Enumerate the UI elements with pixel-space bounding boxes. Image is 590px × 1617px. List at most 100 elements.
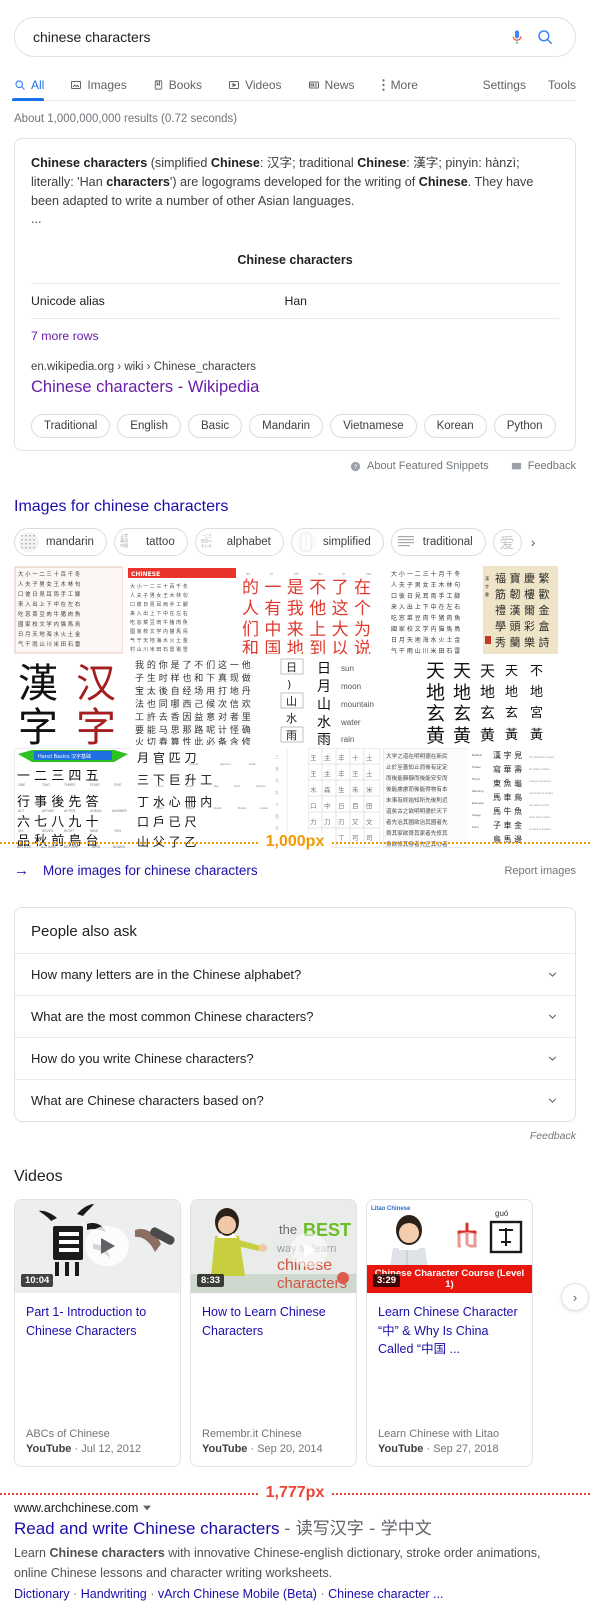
svg-text:汉: 汉: [76, 661, 116, 707]
image-results-grid[interactable]: 大 小 一 二 三 十 百 千 冬人 夫 子 男 女 王 木 林 句 口 彼 日…: [14, 566, 558, 849]
svg-text:刃: 刃: [338, 818, 345, 826]
svg-text:子 車 金: 子 車 金: [493, 820, 522, 830]
chevron-down-icon[interactable]: [546, 1052, 559, 1065]
video-title-1[interactable]: Part 1- Introduction to Chinese Characte…: [26, 1303, 169, 1339]
chevron-right-icon[interactable]: ›: [531, 534, 536, 550]
image-thumbnail[interactable]: 三五七九 十百千万: [272, 748, 306, 849]
image-filter-alphabet[interactable]: 一二三 四五六 七八九 alphabet: [194, 528, 284, 557]
image-thumbnail[interactable]: 王主丰十土 王主丰王土 木森生禾米 口中日目田 力刀刃又文 丁下丅可司: [308, 748, 380, 849]
svg-text:玄: 玄: [453, 704, 471, 725]
sitelink-handwriting[interactable]: Handwriting: [81, 1587, 147, 1601]
sitelink-chinese-character[interactable]: Chinese character ...: [328, 1587, 443, 1601]
image-thumbnail[interactable]: 日月山水雨 sun moon mountain water rain: [313, 657, 423, 746]
image-thumbnail[interactable]: 月 官 匹 刀三 下 巨 升 工 丁 水 心 冊 内口 戶 已 尺 山 父 了 …: [133, 748, 270, 849]
image-filter-chips[interactable]: mandarin 文字 漢语 中国 tattoo 一二三 四五六 七八九 alphabe…: [14, 528, 576, 557]
svg-text:法 也 同 哪 西 己 候 次 信 欢: 法 也 同 哪 西 己 候 次 信 欢: [135, 698, 251, 710]
report-images-link[interactable]: Report images: [504, 865, 576, 877]
video-title-2[interactable]: How to Learn Chinese Characters: [202, 1303, 345, 1339]
svg-text:天: 天: [426, 660, 445, 682]
more-rows-link[interactable]: 7 more rows: [31, 318, 559, 343]
search-submit-icon[interactable]: [531, 23, 559, 51]
tab-more[interactable]: More: [381, 78, 430, 100]
video-thumbnail-1[interactable]: 10:04: [15, 1200, 180, 1294]
chip-korean[interactable]: Korean: [423, 414, 487, 439]
video-thumbnail-3[interactable]: Litao Chinese guó 3:29 Chinese Character…: [367, 1200, 532, 1294]
tab-books[interactable]: Books: [153, 78, 214, 100]
related-chips[interactable]: Traditional English Basic Mandarin Vietn…: [31, 414, 559, 439]
chevron-down-icon[interactable]: [546, 1010, 559, 1023]
chip-python[interactable]: Python: [493, 414, 556, 439]
paa-question-2[interactable]: What are the most common Chinese charact…: [15, 995, 575, 1037]
video-card-3[interactable]: Litao Chinese guó 3:29 Chinese Character…: [366, 1199, 533, 1468]
chevron-down-icon[interactable]: [546, 1094, 559, 1107]
image-filter-simplified[interactable]: simplified: [290, 528, 384, 557]
video-date-2: Sep 20, 2014: [257, 1443, 323, 1456]
settings-button[interactable]: Settings: [483, 78, 526, 100]
chip-traditional[interactable]: Traditional: [31, 414, 111, 439]
chip-vietnamese[interactable]: Vietnamese: [330, 414, 417, 439]
image-thumbnail[interactable]: 大 小 一 二 三 十 百 千 冬人 夫 子 男 女 王 木 林 句 口 彼 日…: [14, 566, 123, 655]
video-title-3[interactable]: Learn Chinese Character “中” & Why Is Chi…: [378, 1303, 521, 1357]
images-section-title[interactable]: Images for chinese characters: [14, 498, 576, 516]
chip-basic[interactable]: Basic: [188, 414, 243, 439]
about-featured-snippets-link[interactable]: ? About Featured Snippets: [350, 460, 489, 472]
svg-text:國 家 校 文 学 内 猫 馬 鳥: 國 家 校 文 学 内 猫 馬 鳥: [18, 620, 81, 628]
chip-english[interactable]: English: [117, 414, 181, 439]
featured-snippet-title-link[interactable]: Chinese characters - Wikipedia: [31, 377, 559, 398]
sitelink-varch-mobile[interactable]: vArch Chinese Mobile (Beta): [158, 1587, 317, 1601]
image-thumbnail[interactable]: CHINESE 大 小 一 二 三 十 百 千 冬人 夫 子 男 女 王 木 林…: [125, 566, 237, 655]
svg-text:王: 王: [310, 754, 317, 762]
image-filter-tattoo[interactable]: 文字 漢语 中国 tattoo: [113, 528, 188, 557]
search-tabs[interactable]: All Images Books Videos News More Settin…: [11, 63, 576, 101]
chip-mandarin[interactable]: Mandarin: [249, 414, 324, 439]
svg-text:米: 米: [366, 785, 373, 794]
svg-text:ONE: ONE: [18, 783, 26, 787]
svg-text:千: 千: [275, 825, 279, 831]
svg-text:下: 下: [324, 834, 331, 842]
paa-question-1[interactable]: How many letters are in the Chinese alph…: [15, 953, 575, 995]
tab-videos[interactable]: Videos: [228, 78, 293, 100]
image-filter-traditional[interactable]: traditional: [390, 528, 486, 557]
chevron-down-icon[interactable]: [546, 968, 559, 981]
svg-text:Equal to: Equal to: [220, 762, 231, 766]
tab-images[interactable]: Images: [70, 78, 138, 100]
paa-feedback-link[interactable]: Feedback: [14, 1130, 576, 1142]
image-thumbnail[interactable]: 我 的 你 是 了 不 们 这 一 他子 生 时 样 也 和 下 真 现 做 宝…: [132, 657, 274, 746]
image-thumbnail[interactable]: Radical Stroke Pinyin Meaning Example Usage F…: [470, 748, 558, 849]
image-thumbnail[interactable]: 日) 山水雨: [276, 657, 311, 746]
svg-text:宮: 宮: [530, 705, 543, 721]
image-filter-overflow[interactable]: 爱: [492, 528, 522, 556]
paa-question-4[interactable]: What are Chinese characters based on?: [15, 1079, 575, 1121]
videos-carousel[interactable]: 10:04 Part 1- Introduction to Chinese Ch…: [14, 1199, 589, 1468]
videos-next-button[interactable]: ›: [561, 1283, 589, 1312]
video-card-1[interactable]: 10:04 Part 1- Introduction to Chinese Ch…: [14, 1199, 181, 1468]
sitelink-dictionary[interactable]: Dictionary: [14, 1587, 70, 1601]
svg-text:人 夫 子 男 女 王 木 林 句: 人 夫 子 男 女 王 木 林 句: [18, 580, 80, 588]
result-sitelinks[interactable]: Dictionary · Handwriting · vArch Chinese…: [14, 1587, 576, 1601]
image-thumbnail[interactable]: 大学之道在明明德在新民 止於至善知止而後有定定 而後能靜靜而後能安安而 後能慮慮而後…: [382, 748, 468, 849]
tab-all[interactable]: All: [11, 78, 56, 101]
snippet-feedback-link[interactable]: Feedback: [511, 460, 576, 472]
image-thumbnail[interactable]: Hanzi Basics 汉字基础 一 二 三 四 五行 事 後 先 答 六 七…: [14, 748, 131, 849]
more-images-link[interactable]: More images for chinese characters: [43, 863, 258, 878]
svg-text:人 夫 子 男 女 王 木 林 句: 人 夫 子 男 女 王 木 林 句: [130, 592, 188, 599]
tools-button[interactable]: Tools: [548, 78, 576, 100]
image-thumbnail[interactable]: de yi shi bu le zai 的 一 是 不 了 在 人 有 我 他 这 个 们…: [239, 566, 386, 655]
svg-text:mountain: mountain: [341, 700, 374, 709]
image-thumbnail[interactable]: 大 小 一 二 三 十 月 千 冬人 夫 子 男 女 王 木 林 句 口 彼 日…: [388, 566, 480, 655]
caret-down-icon[interactable]: [143, 1504, 152, 1512]
image-thumbnail[interactable]: 漢 汉 字 字: [14, 657, 130, 746]
tab-news[interactable]: News: [308, 78, 367, 100]
result-title-link[interactable]: Read and write Chinese characters - 读写汉字…: [14, 1518, 576, 1541]
paa-question-3[interactable]: How do you write Chinese characters?: [15, 1037, 575, 1079]
image-thumbnail[interactable]: 天地玄黄 天地玄黄 天地玄黄 天地玄黃 不地宮黃: [425, 657, 558, 746]
image-filter-mandarin[interactable]: mandarin: [14, 528, 107, 557]
video-thumbnail-2[interactable]: the BEST way to learn chinese characters…: [191, 1200, 356, 1294]
video-card-2[interactable]: the BEST way to learn chinese characters…: [190, 1199, 357, 1468]
result-url-row[interactable]: www.archchinese.com: [14, 1501, 576, 1515]
svg-text:的 一 是 不 了 在: 的 一 是 不 了 在: [242, 578, 371, 598]
image-thumbnail[interactable]: 福 寶 慶 繁筋 韌 樓 歡 禮 漢 爾 金學 頭 彩 盒 秀 蘭 樂 詩 漢字…: [482, 566, 558, 655]
microphone-icon[interactable]: [503, 23, 531, 51]
search-input[interactable]: [31, 28, 503, 46]
search-bar[interactable]: [14, 17, 576, 57]
